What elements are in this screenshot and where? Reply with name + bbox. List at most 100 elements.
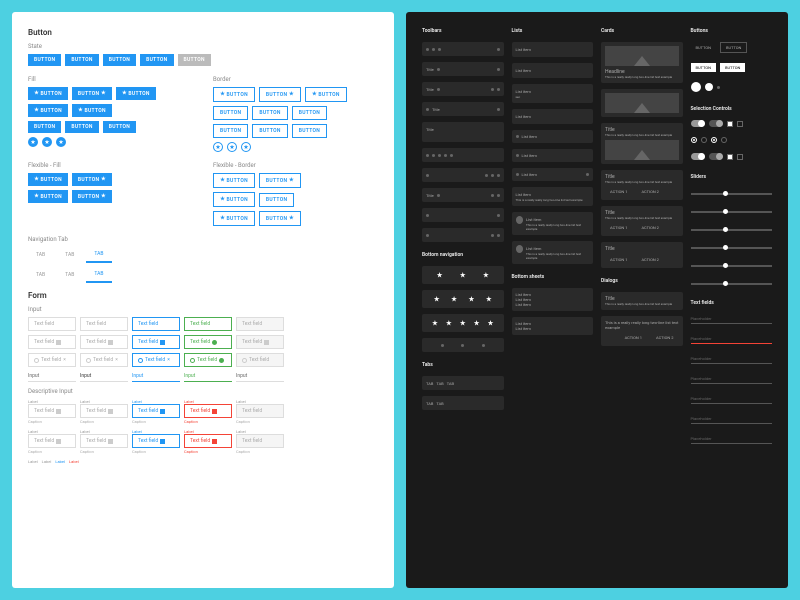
card[interactable] xyxy=(601,89,683,117)
fill-btn[interactable]: BUTTON xyxy=(72,104,112,117)
fill-btn[interactable]: BUTTON xyxy=(116,87,156,100)
flex-fill-btn[interactable]: BUTTON xyxy=(72,173,112,186)
icon-button[interactable] xyxy=(717,86,720,89)
nav-item[interactable] xyxy=(451,296,457,302)
text-input[interactable]: Text field xyxy=(80,404,128,418)
slider[interactable] xyxy=(691,283,773,285)
fill-btn[interactable]: BUTTON xyxy=(28,87,68,100)
card[interactable]: Headline This is a really really long tw… xyxy=(601,42,683,83)
text-input-icon[interactable]: Text field xyxy=(28,335,76,349)
flex-border-btn[interactable]: BUTTON xyxy=(213,192,255,207)
card[interactable]: Title This is a really really long two-l… xyxy=(601,206,683,236)
card-action[interactable]: ACTION 1 xyxy=(605,223,632,232)
switch[interactable] xyxy=(709,153,723,160)
list-item[interactable]: List itemsec xyxy=(512,84,594,103)
line-input[interactable]: Input xyxy=(132,371,180,382)
list-item[interactable]: List item xyxy=(512,149,594,162)
button-state-2[interactable]: BUTTON xyxy=(65,54,98,66)
text-input[interactable]: Text field xyxy=(28,317,76,331)
nav-item[interactable] xyxy=(474,320,480,326)
search-input[interactable]: Text field× xyxy=(132,353,180,367)
fab-outline[interactable] xyxy=(227,142,237,152)
list-item[interactable]: List item xyxy=(512,109,594,124)
fill-btn-sm[interactable]: BUTTON xyxy=(28,121,61,133)
nav-item[interactable] xyxy=(460,320,466,326)
slider[interactable] xyxy=(691,265,773,267)
flex-border-btn[interactable]: BUTTON xyxy=(259,193,294,207)
switch-off[interactable] xyxy=(709,120,723,127)
text-field[interactable]: Placeholder xyxy=(691,434,773,444)
dialog-action[interactable]: ACTION 1 xyxy=(620,333,647,342)
card-action[interactable]: ACTION 2 xyxy=(636,187,663,196)
text-field[interactable]: Placeholder xyxy=(691,374,773,384)
recent-icon[interactable] xyxy=(482,344,485,347)
line-input[interactable]: Input xyxy=(28,371,76,382)
border-btn[interactable]: BUTTON xyxy=(305,87,347,102)
radio-on[interactable] xyxy=(691,137,697,143)
list-item[interactable]: List item xyxy=(512,130,594,143)
text-field[interactable]: Placeholder xyxy=(691,354,773,364)
radio-off[interactable] xyxy=(701,137,707,143)
text-input[interactable]: Text field xyxy=(28,434,76,448)
nav-item[interactable] xyxy=(486,296,492,302)
fab-button[interactable] xyxy=(42,137,52,147)
nav-item[interactable] xyxy=(460,272,466,278)
checkbox-off[interactable] xyxy=(737,121,743,127)
menu-icon[interactable] xyxy=(426,48,429,51)
flex-border-btn[interactable]: BUTTON xyxy=(259,211,301,226)
action-icon[interactable] xyxy=(497,68,500,71)
text-input[interactable]: Text field xyxy=(132,404,180,418)
nav-item[interactable] xyxy=(468,296,474,302)
search-input[interactable]: Text field× xyxy=(80,353,128,367)
flat-button[interactable]: BUTTON xyxy=(691,43,716,52)
action-icon[interactable] xyxy=(497,108,500,111)
search-input[interactable]: Text field xyxy=(184,353,232,367)
close-icon[interactable]: × xyxy=(63,357,66,363)
checkbox-on[interactable] xyxy=(727,121,733,127)
nav-item[interactable] xyxy=(483,272,489,278)
text-input-icon[interactable]: Text field xyxy=(80,335,128,349)
back-icon[interactable] xyxy=(441,344,444,347)
search-input[interactable]: Text field× xyxy=(28,353,76,367)
button-state-1[interactable]: BUTTON xyxy=(28,54,61,66)
outline-button[interactable]: BUTTON xyxy=(720,42,747,53)
border-btn[interactable]: BUTTON xyxy=(292,106,327,120)
slider-discrete[interactable] xyxy=(691,247,773,249)
tab[interactable]: TAB xyxy=(28,248,53,262)
tab[interactable]: TAB xyxy=(57,248,82,262)
tab-active[interactable]: TAB xyxy=(86,247,111,263)
nav-item[interactable] xyxy=(434,296,440,302)
fab-button[interactable] xyxy=(28,137,38,147)
action-icon[interactable] xyxy=(432,48,435,51)
list-item[interactable]: List itemThis is a really really long tw… xyxy=(512,187,594,206)
border-btn[interactable]: BUTTON xyxy=(252,106,287,120)
border-btn[interactable]: BUTTON xyxy=(213,87,255,102)
checkbox[interactable] xyxy=(737,154,743,160)
tab-active[interactable]: TAB xyxy=(86,267,111,283)
checkbox[interactable] xyxy=(727,154,733,160)
nav-item[interactable] xyxy=(488,320,494,326)
action-icon[interactable] xyxy=(438,48,441,51)
text-input-error[interactable]: Text field xyxy=(184,404,232,418)
border-btn[interactable]: BUTTON xyxy=(213,106,248,120)
fab-outline[interactable] xyxy=(241,142,251,152)
fab[interactable] xyxy=(691,82,701,92)
dialog-action[interactable]: ACTION 2 xyxy=(651,333,678,342)
search-icon[interactable] xyxy=(426,234,429,237)
list-item[interactable]: List itemThis is a really really long tw… xyxy=(512,241,594,264)
nav-item[interactable] xyxy=(446,320,452,326)
text-field[interactable]: Placeholder xyxy=(691,414,773,424)
flex-border-btn[interactable]: BUTTON xyxy=(213,211,255,226)
fill-btn-sm[interactable]: BUTTON xyxy=(103,121,136,133)
border-btn[interactable]: BUTTON xyxy=(259,87,301,102)
tab[interactable]: TAB xyxy=(28,268,53,282)
switch-on[interactable] xyxy=(691,120,705,127)
close-icon[interactable]: × xyxy=(167,357,170,363)
list-item[interactable]: List itemThis is a really really long tw… xyxy=(512,212,594,235)
border-btn-sm[interactable]: BUTTON xyxy=(252,124,287,138)
button-state-4[interactable]: BUTTON xyxy=(140,54,173,66)
slider[interactable] xyxy=(691,229,773,231)
action-icon[interactable] xyxy=(497,88,500,91)
text-input[interactable]: Text field xyxy=(132,434,180,448)
flex-fill-btn[interactable]: BUTTON xyxy=(72,190,112,203)
